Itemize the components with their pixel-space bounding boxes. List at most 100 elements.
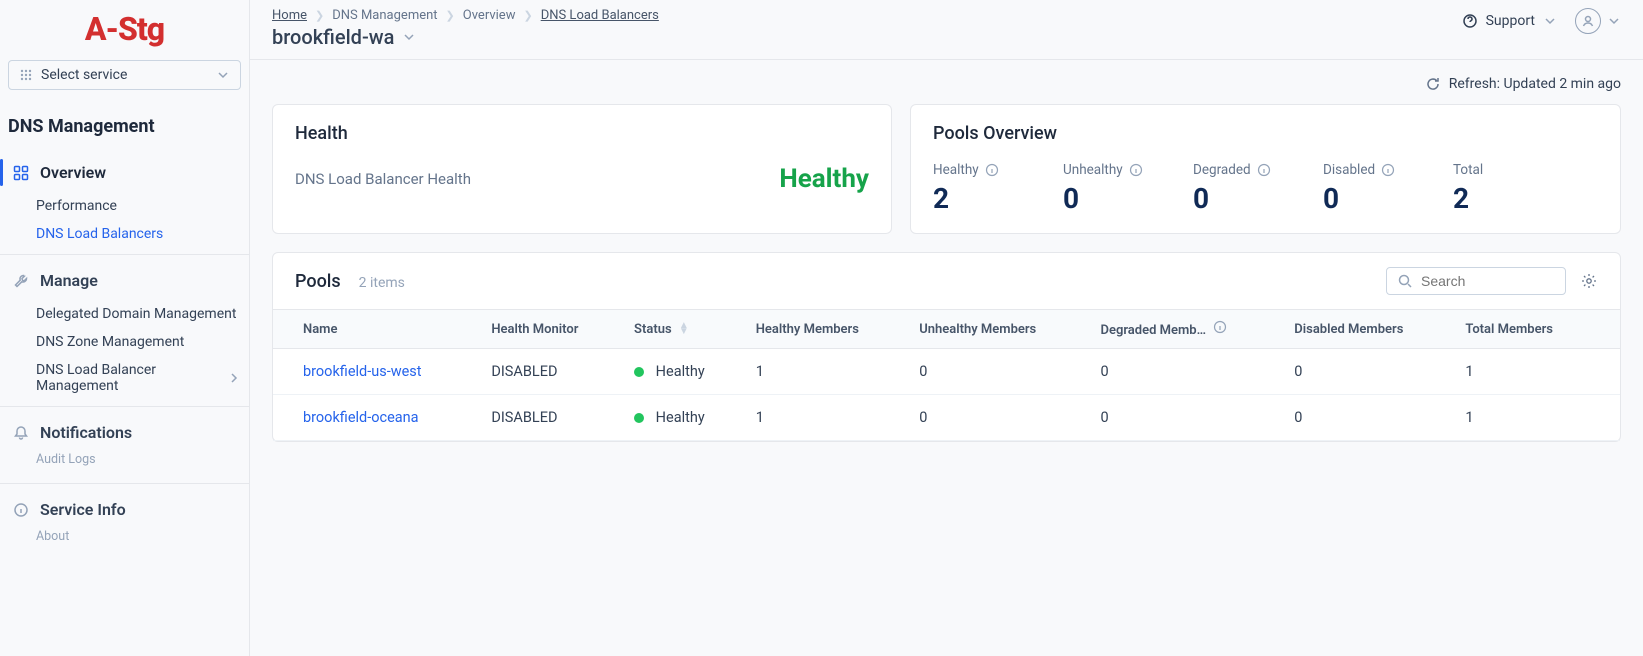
overview-icon — [12, 165, 30, 181]
stat-label: Unhealthy — [1063, 162, 1123, 178]
status-dot-icon — [634, 413, 644, 423]
table-row[interactable]: brookfield-oceana DISABLED Healthy 1 0 0… — [273, 395, 1620, 441]
info-icon — [12, 502, 30, 518]
sidebar-item-label: Overview — [40, 163, 106, 182]
breadcrumb: Home ❯ DNS Management ❯ Overview ❯ DNS L… — [272, 8, 659, 23]
sidebar-meta-about: About — [0, 529, 249, 554]
cell-degraded: 0 — [1088, 395, 1282, 441]
sidebar-item-manage[interactable]: Manage — [0, 261, 249, 300]
refresh-button[interactable] — [1425, 76, 1441, 92]
user-menu[interactable] — [1575, 8, 1621, 34]
col-healthy-members[interactable]: Healthy Members — [744, 310, 907, 349]
stat-unhealthy: Unhealthy 0 — [1063, 162, 1143, 215]
info-icon[interactable] — [985, 163, 999, 177]
main: Home ❯ DNS Management ❯ Overview ❯ DNS L… — [250, 0, 1643, 656]
cell-total: 1 — [1453, 395, 1620, 441]
sidebar-sub-dns-load-balancers[interactable]: DNS Load Balancers — [0, 220, 249, 248]
grip-icon — [19, 68, 33, 82]
pools-overview-card: Pools Overview Healthy 2 Unhealthy — [910, 104, 1621, 234]
info-icon[interactable] — [1129, 163, 1143, 177]
pools-table: Name Health Monitor Status ▲▼ Healthy Me… — [273, 309, 1620, 441]
sidebar-item-label: Notifications — [40, 423, 132, 442]
search-input[interactable] — [1421, 273, 1555, 289]
sidebar-sub-label: Performance — [36, 198, 117, 214]
cell-healthy: 1 — [744, 349, 907, 395]
breadcrumb-dns-management[interactable]: DNS Management — [332, 8, 437, 23]
health-card-label: DNS Load Balancer Health — [295, 170, 471, 188]
service-selector-label: Select service — [41, 67, 216, 83]
chevron-right-icon: ❯ — [446, 9, 455, 22]
col-health-monitor[interactable]: Health Monitor — [479, 310, 622, 349]
stat-healthy: Healthy 2 — [933, 162, 1013, 215]
info-icon[interactable] — [1381, 163, 1395, 177]
table-row[interactable]: brookfield-us-west DISABLED Healthy 1 0 … — [273, 349, 1620, 395]
sidebar: A-Stg Select service DNS Management Over… — [0, 0, 250, 656]
sidebar-sub-performance[interactable]: Performance — [0, 192, 249, 220]
brand-logo: A-Stg — [0, 0, 249, 52]
sidebar-meta-audit-logs: Audit Logs — [0, 452, 249, 477]
sidebar-sub-label: DNS Load Balancers — [36, 226, 163, 242]
stat-value: 2 — [1453, 182, 1533, 215]
sidebar-sub-dns-lb-mgmt[interactable]: DNS Load Balancer Management — [0, 356, 249, 400]
table-header-row: Name Health Monitor Status ▲▼ Healthy Me… — [273, 310, 1620, 349]
chevron-down-icon — [216, 68, 230, 82]
page-switcher[interactable] — [402, 30, 416, 44]
chevron-right-icon — [227, 371, 241, 385]
col-total-members[interactable]: Total Members — [1453, 310, 1620, 349]
chevron-down-icon — [1543, 14, 1557, 28]
chevron-right-icon: ❯ — [315, 9, 324, 22]
wrench-icon — [12, 273, 30, 289]
sidebar-item-notifications[interactable]: Notifications — [0, 413, 249, 452]
stat-degraded: Degraded 0 — [1193, 162, 1273, 215]
cell-unhealthy: 0 — [907, 395, 1088, 441]
chevron-down-icon — [1607, 14, 1621, 28]
stat-value: 0 — [1063, 182, 1143, 215]
cell-degraded: 0 — [1088, 349, 1282, 395]
stat-value: 2 — [933, 182, 1013, 215]
sidebar-sub-label: DNS Zone Management — [36, 334, 184, 350]
help-icon — [1462, 13, 1478, 29]
sidebar-item-label: Manage — [40, 271, 98, 290]
cell-disabled: 0 — [1282, 395, 1453, 441]
sidebar-sub-label: DNS Load Balancer Management — [36, 362, 227, 394]
pool-name-link[interactable]: brookfield-us-west — [273, 349, 479, 395]
search-input-wrap[interactable] — [1386, 267, 1566, 295]
sidebar-section-title: DNS Management — [0, 98, 249, 147]
sidebar-item-overview[interactable]: Overview — [0, 153, 249, 192]
support-menu[interactable]: Support — [1462, 13, 1557, 29]
refresh-status: Refresh: Updated 2 min ago — [272, 76, 1621, 92]
topbar: Home ❯ DNS Management ❯ Overview ❯ DNS L… — [250, 0, 1643, 60]
cell-status: Healthy — [622, 395, 744, 441]
sidebar-sub-label: Delegated Domain Management — [36, 306, 236, 322]
col-unhealthy-members[interactable]: Unhealthy Members — [907, 310, 1088, 349]
pools-overview-title: Pools Overview — [933, 123, 1598, 144]
health-card: Health DNS Load Balancer Health Healthy — [272, 104, 892, 234]
col-disabled-members[interactable]: Disabled Members — [1282, 310, 1453, 349]
pools-table-count: 2 items — [359, 275, 405, 291]
stat-label: Total — [1453, 162, 1483, 178]
table-settings-button[interactable] — [1580, 272, 1598, 290]
logo-text: A-Stg — [85, 10, 164, 48]
info-icon[interactable] — [1257, 163, 1271, 177]
status-dot-icon — [634, 367, 644, 377]
cell-healthy: 1 — [744, 395, 907, 441]
stat-value: 0 — [1193, 182, 1273, 215]
stat-disabled: Disabled 0 — [1323, 162, 1403, 215]
col-status[interactable]: Status ▲▼ — [622, 310, 744, 349]
breadcrumb-home[interactable]: Home — [272, 8, 307, 23]
cell-status: Healthy — [622, 349, 744, 395]
service-selector[interactable]: Select service — [8, 60, 241, 90]
bell-icon — [12, 425, 30, 441]
cell-unhealthy: 0 — [907, 349, 1088, 395]
breadcrumb-dns-load-balancers[interactable]: DNS Load Balancers — [541, 8, 659, 23]
breadcrumb-overview[interactable]: Overview — [463, 8, 516, 23]
sidebar-sub-dns-zone[interactable]: DNS Zone Management — [0, 328, 249, 356]
col-name[interactable]: Name — [273, 310, 479, 349]
sidebar-sub-delegated-domain[interactable]: Delegated Domain Management — [0, 300, 249, 328]
info-icon[interactable] — [1213, 323, 1227, 338]
pool-name-link[interactable]: brookfield-oceana — [273, 395, 479, 441]
col-degraded-members[interactable]: Degraded Memb… — [1088, 310, 1282, 349]
cell-total: 1 — [1453, 349, 1620, 395]
refresh-text: Refresh: Updated 2 min ago — [1449, 76, 1621, 92]
sidebar-item-service-info[interactable]: Service Info — [0, 490, 249, 529]
